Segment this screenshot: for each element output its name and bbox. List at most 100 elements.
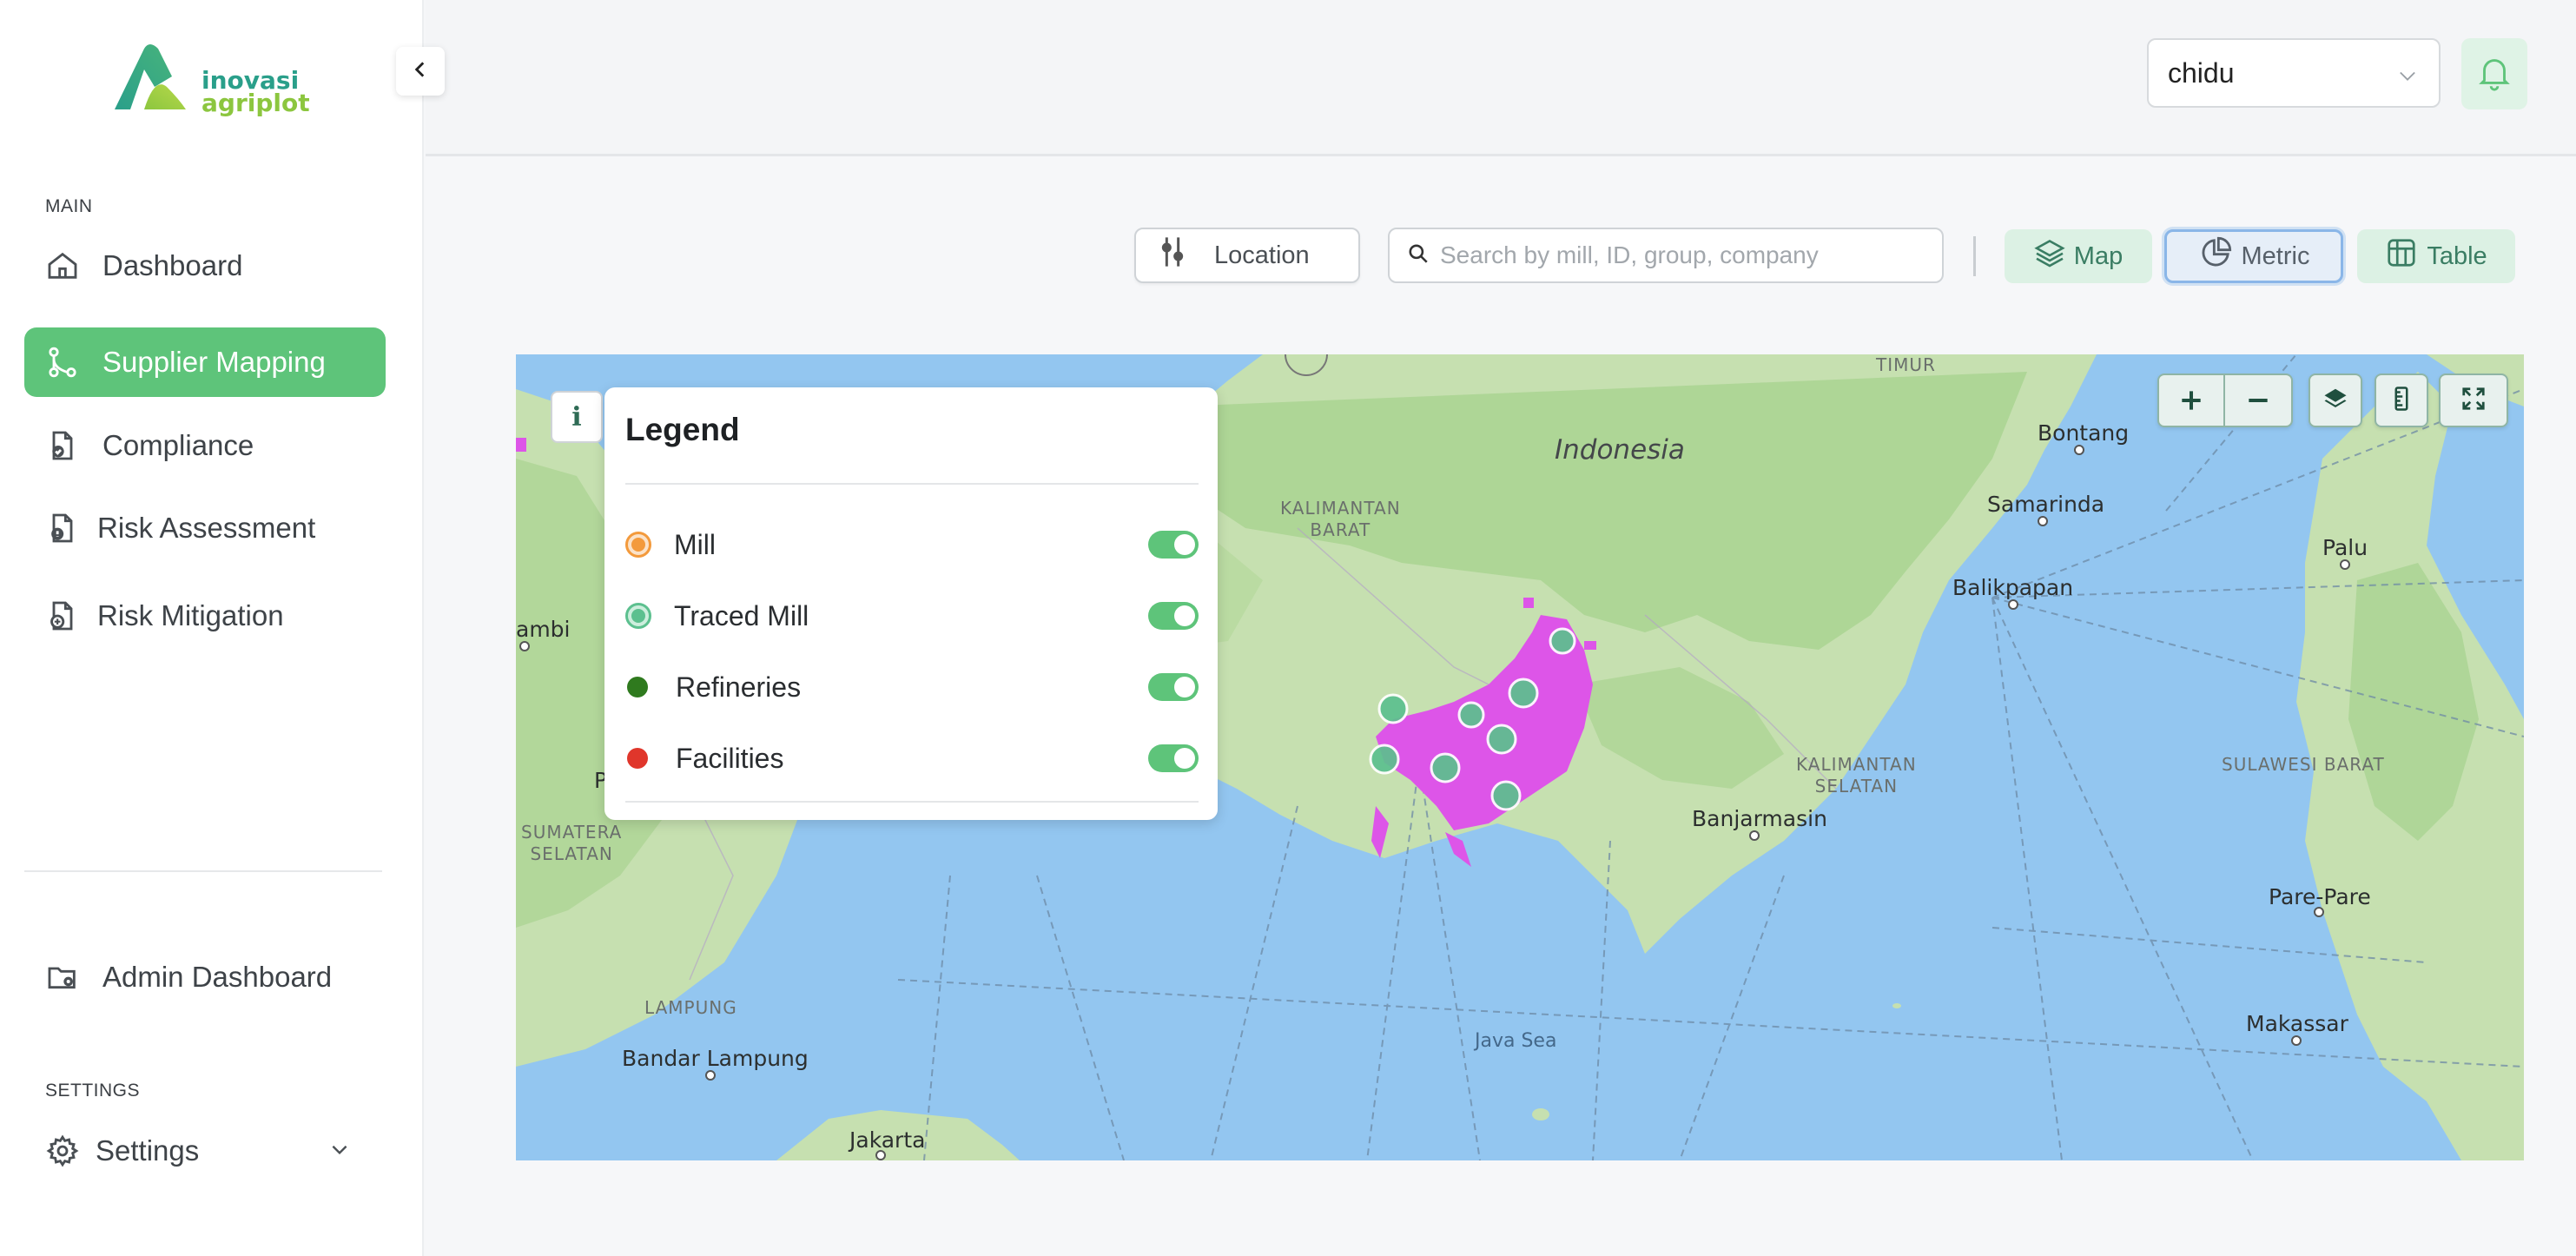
map-label-kalbar: KALIMANTAN BARAT xyxy=(1280,498,1401,540)
notifications-button[interactable] xyxy=(2461,38,2527,109)
user-select[interactable]: chidu xyxy=(2147,38,2441,108)
city-label: Palu xyxy=(2322,535,2368,560)
legend-item-traced-mill: Traced Mill xyxy=(625,594,1199,638)
map-label-kalsel: KALIMANTAN SELATAN xyxy=(1796,754,1917,797)
legend-toggle-mill[interactable] xyxy=(1148,531,1199,559)
city-label: Pare-Pare xyxy=(2269,884,2371,909)
collapse-sidebar-button[interactable] xyxy=(396,47,445,96)
compliance-icon xyxy=(43,426,82,465)
mill-marker-icon xyxy=(625,532,651,558)
legend-item-label: Refineries xyxy=(676,671,802,703)
logo-mark-icon xyxy=(115,44,186,109)
bell-icon xyxy=(2474,52,2514,96)
legend-toggle-facilities[interactable] xyxy=(1148,744,1199,772)
ruler-button[interactable] xyxy=(2375,373,2428,427)
toolbar-separator xyxy=(1973,236,1976,276)
chevron-down-icon xyxy=(2395,63,2420,95)
map-label-sea: Java Sea xyxy=(1475,1030,1557,1052)
city-label: Bandar Lampung xyxy=(622,1046,809,1071)
legend-item-label: Traced Mill xyxy=(674,599,809,631)
sidebar-item-label: Settings xyxy=(96,1134,200,1167)
fullscreen-button[interactable] xyxy=(2439,373,2508,427)
facility-marker-icon xyxy=(627,748,648,769)
home-icon xyxy=(43,247,82,285)
brand-wordmark: inovasi agriplot xyxy=(201,69,310,117)
sidebar-divider xyxy=(24,870,382,872)
city-dot xyxy=(705,1070,716,1081)
legend-toggle-refineries[interactable] xyxy=(1148,673,1199,701)
location-filter-button[interactable]: Location xyxy=(1134,228,1360,283)
sidebar-item-label: Compliance xyxy=(102,429,254,461)
legend-divider xyxy=(625,483,1199,485)
expand-icon xyxy=(2460,386,2487,416)
sidebar-item-dashboard[interactable]: Dashboard xyxy=(24,231,386,301)
map-label-timur: TIMUR xyxy=(1876,354,1936,375)
legend-item-refineries: Refineries xyxy=(625,665,1199,709)
brand-line2: agriplot xyxy=(201,89,310,117)
legend-item-mill: Mill xyxy=(625,523,1199,566)
map-label-country: Indonesia xyxy=(1555,434,1685,466)
city-dot xyxy=(2314,907,2324,917)
sidebar: inovasi agriplot MAIN Dashboard Supplier… xyxy=(0,0,424,1256)
risk-mitigation-icon xyxy=(43,597,82,635)
city-dot xyxy=(875,1150,886,1160)
legend-item-label: Mill xyxy=(674,528,716,560)
search-icon xyxy=(1407,242,1430,269)
stack-layers-icon xyxy=(2322,386,2348,416)
layers-icon xyxy=(2034,237,2065,275)
sidebar-item-settings[interactable]: Settings xyxy=(24,1116,386,1186)
chevron-left-icon xyxy=(409,58,432,85)
location-filter-label: Location xyxy=(1214,241,1310,269)
map-legend-panel: Legend Mill Traced Mill Refineries Facil… xyxy=(604,387,1218,820)
legend-title: Legend xyxy=(625,412,740,447)
sidebar-item-label: Admin Dashboard xyxy=(102,961,333,993)
ruler-icon xyxy=(2388,384,2414,418)
city-label: Samarinda xyxy=(1987,492,2105,517)
city-label: Makassar xyxy=(2246,1011,2348,1036)
zoom-in-icon[interactable] xyxy=(2159,375,2226,426)
main-section-label: MAIN xyxy=(45,196,93,216)
sidebar-item-label: Dashboard xyxy=(102,249,243,281)
view-metric-label: Metric xyxy=(2241,241,2310,270)
pie-chart-icon xyxy=(2198,235,2233,277)
city-dot xyxy=(519,641,530,651)
city-label: Banjarmasin xyxy=(1692,806,1827,831)
city-dot xyxy=(2074,445,2084,455)
city-dot xyxy=(1749,830,1760,841)
traced-mill-marker-icon xyxy=(625,603,651,629)
admin-folder-icon xyxy=(43,958,82,996)
map-info-button[interactable]: i xyxy=(551,391,603,443)
legend-toggle-traced-mill[interactable] xyxy=(1148,602,1199,630)
city-label: Jakarta xyxy=(849,1127,926,1153)
search-field[interactable] xyxy=(1388,228,1944,283)
chevron-down-icon[interactable] xyxy=(328,1134,351,1167)
sidebar-item-supplier-mapping[interactable]: Supplier Mapping xyxy=(24,327,386,397)
city-dot xyxy=(2291,1035,2302,1046)
sidebar-item-risk-mitigation[interactable]: Risk Mitigation xyxy=(24,581,386,651)
map-label-sumsel: SUMATERA SELATAN xyxy=(521,822,623,864)
zoom-controls xyxy=(2157,373,2293,427)
gear-icon xyxy=(43,1132,82,1170)
sidebar-item-risk-assessment[interactable]: Risk Assessment xyxy=(24,493,386,563)
zoom-out-icon[interactable] xyxy=(2225,375,2291,426)
view-metric-button[interactable]: Metric xyxy=(2164,229,2343,283)
legend-item-label: Facilities xyxy=(676,742,784,774)
map-label-sulbar: SULAWESI BARAT xyxy=(2222,754,2385,775)
search-input[interactable] xyxy=(1440,241,1926,269)
view-table-button[interactable]: Table xyxy=(2357,229,2515,283)
view-map-button[interactable]: Map xyxy=(2005,229,2152,283)
sidebar-item-compliance[interactable]: Compliance xyxy=(24,411,386,480)
user-select-value: chidu xyxy=(2168,56,2235,89)
city-dot xyxy=(2008,599,2018,610)
sidebar-item-label: Risk Assessment xyxy=(97,512,316,544)
city-dot xyxy=(2340,559,2350,570)
sliders-icon xyxy=(1157,235,1188,276)
sidebar-item-admin-dashboard[interactable]: Admin Dashboard xyxy=(24,942,386,1012)
supplier-map[interactable]: Indonesia KALIMANTAN BARAT KALIMANTAN SE… xyxy=(516,354,2524,1160)
map-label-lampung: LAMPUNG xyxy=(644,997,737,1018)
settings-section-label: SETTINGS xyxy=(45,1081,141,1101)
city-label: Bontang xyxy=(2038,420,2130,446)
city-label: Balikpapan xyxy=(1952,575,2074,600)
supplier-mapping-icon xyxy=(43,343,82,381)
layers-toggle-button[interactable] xyxy=(2308,373,2362,427)
